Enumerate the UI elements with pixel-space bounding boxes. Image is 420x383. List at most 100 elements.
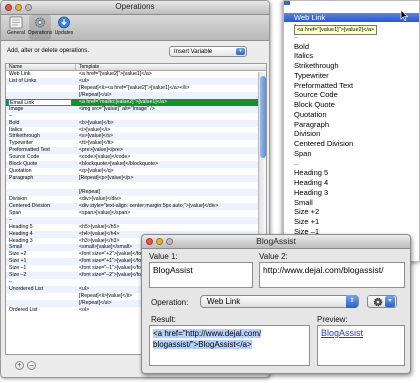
table-row[interactable]: Division <div>[value]</div> xyxy=(6,196,266,203)
operation-template-cell[interactable]: <h5>[value]</h5> xyxy=(76,224,266,231)
menu-item[interactable]: Centered Division xyxy=(284,139,419,148)
menu-item[interactable]: Web Link xyxy=(284,13,419,22)
column-header-name[interactable]: Name xyxy=(6,64,76,70)
operation-template-cell[interactable]: <s>[value]</s> xyxy=(76,133,266,140)
operation-name-cell[interactable]: Email Link xyxy=(8,98,72,106)
menu-item[interactable]: Block Quote xyxy=(284,100,419,109)
operation-name-cell[interactable] xyxy=(6,92,76,99)
operation-name-cell[interactable]: Heading 5 xyxy=(6,224,76,231)
toolbar-updates[interactable]: Updates xyxy=(53,15,75,40)
table-row[interactable]: Web Link <a href="[value2]">[value1]</a> xyxy=(6,71,266,78)
action-menu-button[interactable]: ▾ xyxy=(367,295,397,308)
table-row[interactable]: [/Repeat] xyxy=(6,188,266,196)
menu-item[interactable]: Quotation xyxy=(284,110,419,119)
menu-item[interactable]: Italics xyxy=(284,51,419,60)
operation-name-cell[interactable]: Strikethrough xyxy=(6,133,76,140)
column-header-template[interactable]: Template xyxy=(76,64,99,70)
operation-template-cell[interactable] xyxy=(76,113,266,120)
add-operation-button[interactable]: + xyxy=(15,361,24,370)
operation-template-cell[interactable]: <code>[value]</code> xyxy=(76,154,266,161)
operation-template-cell[interactable]: <img src="[value]" alt="Image" /> xyxy=(76,106,266,113)
operation-name-cell[interactable]: – xyxy=(6,217,76,224)
operation-template-cell[interactable]: [/Repeat] xyxy=(76,189,266,196)
operation-template-cell[interactable]: [Repeat]<li><a href="[value2]">[value1]<… xyxy=(76,85,266,92)
table-row[interactable]: Quotation <q>[value]</q> xyxy=(6,168,266,175)
operation-select[interactable]: Web Link ⇕ xyxy=(200,295,359,308)
table-row[interactable]: Span <span>[value]</span> xyxy=(6,210,266,217)
menu-item[interactable]: Bold xyxy=(284,42,419,51)
operation-name-cell[interactable]: Unordered List xyxy=(6,286,76,293)
operation-name-cell[interactable]: Image xyxy=(6,106,76,113)
menu-item[interactable]: Heading 5 xyxy=(284,168,419,177)
operation-name-cell[interactable]: – xyxy=(6,113,76,120)
operation-name-cell[interactable] xyxy=(6,182,76,189)
operation-name-cell[interactable]: Ordered List xyxy=(6,307,76,314)
table-row[interactable]: [Repeat]<li><a href="[value2]">[value1]<… xyxy=(6,85,266,92)
toolbar-operations[interactable]: Operations xyxy=(28,15,52,40)
menu-item[interactable]: Paragraph xyxy=(284,120,419,129)
menu-item[interactable]: Division xyxy=(284,129,419,138)
operation-template-cell[interactable]: <div style="text-align: center;margin:5p… xyxy=(76,203,266,210)
operation-name-cell[interactable]: Centered Division xyxy=(6,203,76,210)
operation-template-cell[interactable]: <i>[value]</i> xyxy=(76,127,266,134)
operation-name-cell[interactable] xyxy=(6,85,76,92)
operation-name-cell[interactable]: Typewriter xyxy=(6,140,76,147)
operation-name-cell[interactable] xyxy=(6,293,76,300)
table-row[interactable]: Italics <i>[value]</i> xyxy=(6,127,266,134)
operation-template-cell[interactable]: <ul> xyxy=(76,78,266,85)
table-row[interactable]: Email Link <a href="mailto:[value2]">[val… xyxy=(6,98,266,106)
operation-template-cell[interactable]: <blockquote>[value]</blockquote> xyxy=(76,161,266,168)
operation-template-cell[interactable]: [/Repeat]</ul> xyxy=(76,92,266,99)
operation-template-cell[interactable]: <a href="mailto:[value2]">[value1]</a> xyxy=(76,99,266,106)
preview-link[interactable]: BlogAssist xyxy=(321,328,363,338)
operation-name-cell[interactable]: Size +2 xyxy=(6,251,76,258)
table-row[interactable]: Block Quote <blockquote>[value]</blockquo… xyxy=(6,161,266,169)
table-row[interactable]: – xyxy=(6,113,266,120)
operation-name-cell[interactable] xyxy=(6,300,76,307)
operation-name-cell[interactable]: Heading 3 xyxy=(6,238,76,245)
result-field[interactable]: <a href="http://www.dejal.com/ blogassis… xyxy=(149,325,310,366)
value1-field[interactable]: BlogAssist xyxy=(149,262,253,288)
insert-variable-popup[interactable]: Insert Variable ▾ xyxy=(169,46,247,57)
table-row[interactable]: Strikethrough <s>[value]</s> xyxy=(6,133,266,141)
remove-operation-button[interactable]: – xyxy=(27,361,36,370)
menu-item[interactable]: Size +2 xyxy=(284,207,419,216)
operation-name-cell[interactable]: Size +1 xyxy=(6,258,76,265)
operation-name-cell[interactable]: Size –2 xyxy=(6,272,76,279)
table-row[interactable]: – xyxy=(6,216,266,224)
table-row[interactable]: Heading 5 <h5>[value]</h5> xyxy=(6,224,266,231)
operation-template-cell[interactable]: <div>[value]</div> xyxy=(76,196,266,203)
table-row[interactable]: Source Code <code>[value]</code> xyxy=(6,154,266,161)
operation-name-cell[interactable]: Span xyxy=(6,210,76,217)
operation-template-cell[interactable] xyxy=(76,217,266,224)
menu-item[interactable]: Preformatted Text xyxy=(284,81,419,90)
table-row[interactable]: [/Repeat]</ul> xyxy=(6,91,266,99)
operation-name-cell[interactable]: Paragraph xyxy=(6,175,76,182)
operation-name-cell[interactable]: Quotation xyxy=(6,168,76,175)
operation-template-cell[interactable]: <q>[value]</q> xyxy=(76,168,266,175)
operation-name-cell[interactable] xyxy=(6,189,76,196)
menu-item[interactable]: Typewriter xyxy=(284,71,419,80)
menu-item[interactable]: Size +1 xyxy=(284,217,419,226)
operation-template-cell[interactable]: [Repeat]<p>[value]</p> xyxy=(76,175,266,182)
menu-item[interactable]: Strikethrough xyxy=(284,61,419,70)
operation-name-cell[interactable]: Small xyxy=(6,244,76,251)
table-row[interactable] xyxy=(6,182,266,189)
menu-item[interactable]: Heading 3 xyxy=(284,188,419,197)
toolbar-general[interactable]: General xyxy=(5,15,27,40)
table-row[interactable]: Bold <b>[value]</b> xyxy=(6,119,266,127)
operation-template-cell[interactable]: <a href="[value2]">[value1]</a> xyxy=(76,71,266,78)
table-row[interactable]: Typewriter <tt>[value]</tt> xyxy=(6,140,266,147)
value2-field[interactable]: http://www.dejal.com/blogassist/ xyxy=(259,262,405,288)
operation-name-cell[interactable]: Block Quote xyxy=(6,161,76,168)
operation-template-cell[interactable]: <span>[value]</span> xyxy=(76,210,266,217)
table-row[interactable]: List of Links <ul> xyxy=(6,77,266,85)
table-row[interactable]: Paragraph [Repeat]<p>[value]</p> xyxy=(6,175,266,182)
menu-item[interactable]: Source Code xyxy=(284,90,419,99)
scrollbar-thumb[interactable] xyxy=(260,76,266,158)
table-row[interactable]: Image <img src="[value]" alt="Image" /> xyxy=(6,105,266,113)
operation-template-cell[interactable]: <pre>[value]</pre> xyxy=(76,147,266,154)
operation-name-cell[interactable]: List of Links xyxy=(6,78,76,85)
menu-item[interactable]: Heading 4 xyxy=(284,178,419,187)
table-row[interactable]: Centered Division <div style="text-align:… xyxy=(6,202,266,210)
